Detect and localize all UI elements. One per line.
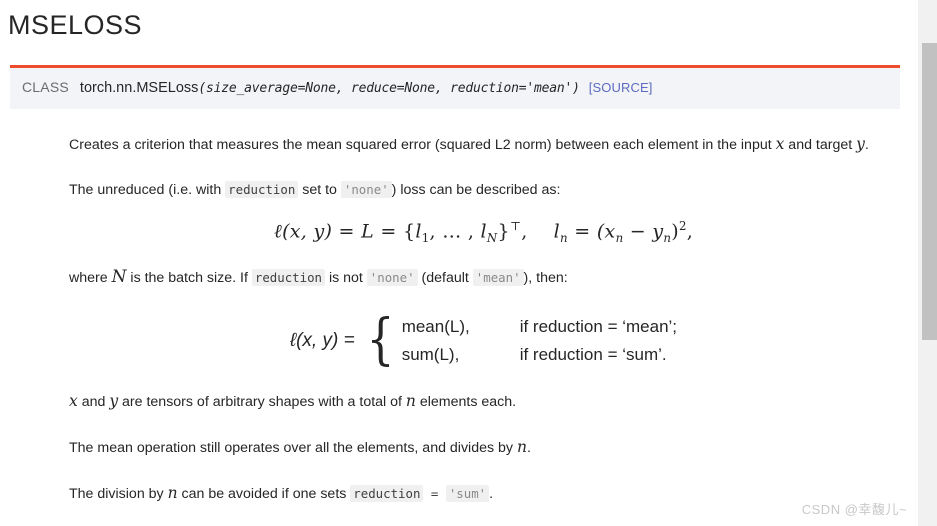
eq2-row-mean: mean(L), if reduction = ‘mean’; <box>402 313 677 341</box>
p6-text-2: can be avoided if one sets <box>177 486 351 503</box>
eq1-transpose: ⊤ <box>509 219 522 233</box>
paragraph-batch-size: where N is the batch size. If reduction … <box>69 264 898 291</box>
signature-open-paren: ( <box>198 81 207 96</box>
p4-text-1: and <box>77 394 110 411</box>
eq1-comma: , <box>521 220 528 243</box>
eq2-row1-condition: if reduction = ‘mean’; <box>519 317 678 337</box>
eq2-row1-expression: mean(L), <box>401 317 470 337</box>
p5-text-1: The mean operation still operates over a… <box>69 440 517 457</box>
eq1-rhs-close: ) <box>671 220 679 243</box>
class-signature-block: CLASS torch.nn.MSELoss(size_average=None,… <box>10 65 900 109</box>
eq1-dots: , … , <box>429 220 481 243</box>
equation-unreduced-loss: ℓ(x, y) = L = {l1, … , lN}⊤, ln = (xn − y… <box>69 219 898 245</box>
p1-text-1: Creates a criterion that measures the me… <box>69 137 776 153</box>
code-sum: 'sum' <box>445 485 490 503</box>
paragraph-mean-operation: The mean operation still operates over a… <box>69 434 898 461</box>
code-equals: = <box>423 486 446 502</box>
paragraph-tensor-shapes: x and y are tensors of arbitrary shapes … <box>69 388 898 415</box>
eq2-rows: mean(L), if reduction = ‘mean’; sum(L), if… <box>402 313 677 369</box>
code-none: 'none' <box>340 181 392 198</box>
eq1-ell: ℓ <box>273 220 283 243</box>
p4-text-2: are tensors of arbitrary shapes with a t… <box>118 394 406 411</box>
math-var-n: n <box>167 484 178 503</box>
page-title: MSELOSS <box>8 10 143 40</box>
eq1-rhs-comma: , <box>686 220 694 243</box>
math-var-x: x <box>69 392 78 411</box>
eq1-lN-sub: N <box>486 231 498 246</box>
code-mean: 'mean' <box>472 269 524 287</box>
eq1-rhs-power: 2 <box>679 219 687 233</box>
scrollbar-thumb[interactable] <box>922 43 937 340</box>
signature-params: size_average=None, reduce=None, reductio… <box>206 81 573 96</box>
eq1-l1-sub: 1 <box>421 231 430 246</box>
p5-text-2: . <box>526 440 531 457</box>
eq2-row-sum: sum(L), if reduction = ‘sum’. <box>402 341 677 369</box>
signature-close-paren: ) <box>572 81 580 96</box>
eq1-rhs-equals: = <box>567 220 597 243</box>
math-var-n: n <box>405 392 416 411</box>
eq1-set-open: { <box>402 220 416 243</box>
equation-reduction-cases: ℓ(x, y) = { mean(L), if reduction = ‘mean… <box>69 307 898 372</box>
documentation-content: Creates a criterion that measures the me… <box>0 131 918 507</box>
p3-text-5: ), then: <box>523 270 568 287</box>
class-qualified-name: torch.nn.MSELoss <box>79 80 199 96</box>
p1-text-2: and target <box>784 137 857 153</box>
eq2-lhs: ℓ(x, y) = <box>289 330 355 352</box>
signature-line: CLASS torch.nn.MSELoss(size_average=None,… <box>22 77 888 99</box>
documentation-page: MSELOSS CLASS torch.nn.MSELoss(size_avera… <box>0 0 918 526</box>
eq1-rhs-open: (x <box>596 220 616 243</box>
code-reduction: reduction <box>350 485 424 503</box>
p3-text-3: is not <box>325 270 367 287</box>
eq2-row2-expression: sum(L), <box>401 345 460 365</box>
p6-text-1: The division by <box>69 486 168 503</box>
eq1-equals-2: = <box>374 220 403 243</box>
math-var-y: y <box>109 392 119 411</box>
p3-text-2: is the batch size. If <box>126 270 252 287</box>
math-var-N: N <box>111 267 127 288</box>
p2-text-1: The unreduced (i.e. with <box>69 182 226 198</box>
eq1-equals-1: = <box>332 220 362 243</box>
math-var-n: n <box>516 438 527 457</box>
eq2-brace: { <box>366 307 395 372</box>
code-reduction: reduction <box>251 269 325 287</box>
p2-text-2: set to <box>298 182 341 198</box>
math-var-y: y <box>856 135 865 153</box>
eq1-args: (x, y) <box>282 220 333 243</box>
p6-text-4: . <box>489 486 494 503</box>
watermark: CSDN @幸馥儿~ <box>801 502 907 517</box>
p2-text-3: ) loss can be described as: <box>391 182 561 198</box>
vertical-scrollbar[interactable] <box>918 0 937 526</box>
paragraph-unreduced: The unreduced (i.e. with reduction set t… <box>69 177 898 203</box>
source-link[interactable]: [SOURCE] <box>589 80 653 95</box>
eq2-row2-condition: if reduction = ‘sum’. <box>519 345 667 365</box>
class-label: CLASS <box>22 79 69 95</box>
eq1-rhs-minus: − y <box>623 220 664 243</box>
paragraph-description: Creates a criterion that measures the me… <box>69 131 898 158</box>
p3-text-1: where <box>69 270 112 287</box>
paragraph-division: The division by n can be avoided if one … <box>69 480 898 507</box>
p1-text-3: . <box>864 137 869 153</box>
eq1-L: L <box>361 220 375 243</box>
p4-text-3: elements each. <box>415 394 517 411</box>
code-reduction: reduction <box>225 181 299 198</box>
eq1-ln-sub: n <box>560 231 568 246</box>
eq1-set-close: } <box>497 220 510 243</box>
code-none: 'none' <box>366 269 418 287</box>
p3-text-4: (default <box>417 270 473 287</box>
